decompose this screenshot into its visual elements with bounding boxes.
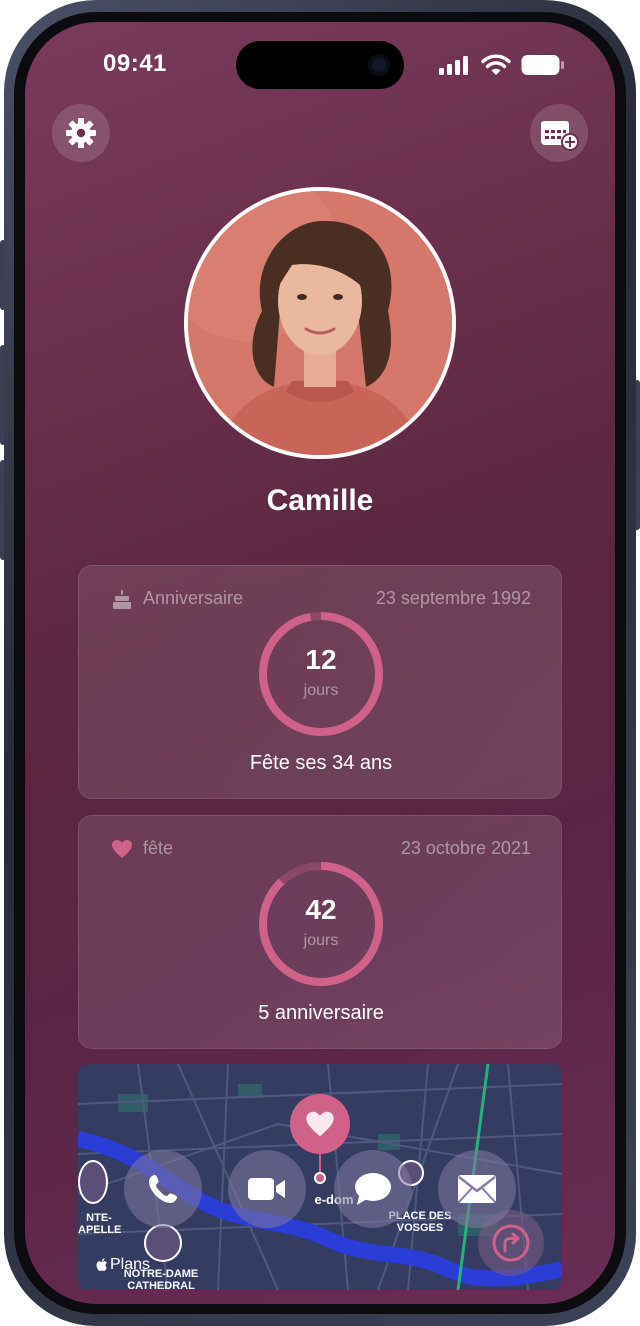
battery-icon bbox=[521, 55, 564, 75]
card-date: 23 septembre 1992 bbox=[375, 588, 531, 608]
phone-mockup: 09:41 Camille Anniversaire 23 septembre … bbox=[0, 0, 640, 1326]
call-button[interactable] bbox=[124, 1150, 202, 1228]
card-caption: 5 anniversaire bbox=[258, 1002, 384, 1024]
status-icons bbox=[439, 54, 565, 76]
map-label-left: NTE- APELLE bbox=[78, 1212, 122, 1236]
wifi-icon bbox=[481, 54, 511, 75]
landmark-thumbnail bbox=[78, 1160, 108, 1204]
birthday-card[interactable]: Anniversaire 23 septembre 1992 12 jours … bbox=[78, 565, 562, 799]
heart-icon bbox=[112, 840, 132, 858]
dynamic-island bbox=[236, 41, 404, 89]
countdown-ring: 12 jours bbox=[257, 610, 385, 738]
pin-dot bbox=[314, 1172, 326, 1184]
card-caption: Fête ses 34 ans bbox=[249, 752, 393, 774]
map-provider: Plans bbox=[110, 1256, 151, 1273]
portrait-illustration bbox=[188, 191, 452, 455]
apple-icon bbox=[96, 1258, 107, 1271]
message-button[interactable] bbox=[334, 1150, 412, 1228]
mail-button[interactable] bbox=[438, 1150, 516, 1228]
location-pin[interactable] bbox=[290, 1094, 350, 1154]
camera-icon bbox=[368, 54, 390, 76]
speech-bubble-icon bbox=[355, 1173, 391, 1205]
envelope-icon bbox=[458, 1175, 496, 1203]
avatar bbox=[184, 187, 456, 459]
days-unit: jours bbox=[303, 932, 339, 949]
days-count: 42 bbox=[305, 894, 337, 925]
days-count: 12 bbox=[305, 644, 337, 675]
settings-button[interactable] bbox=[52, 104, 110, 162]
phone-icon bbox=[149, 1175, 177, 1203]
video-camera-icon bbox=[248, 1178, 285, 1200]
screen: 09:41 Camille Anniversaire 23 septembre … bbox=[25, 22, 615, 1304]
days-unit: jours bbox=[303, 682, 339, 699]
fete-card[interactable]: fête 23 octobre 2021 42 jours 5 annivers… bbox=[78, 815, 562, 1049]
status-time: 09:41 bbox=[103, 50, 167, 77]
calendar-add-icon bbox=[541, 121, 579, 151]
birthday-cake-icon bbox=[113, 590, 131, 609]
map-attribution: Plans bbox=[96, 1256, 150, 1274]
card-label: fête bbox=[143, 838, 174, 858]
gear-icon bbox=[66, 118, 96, 148]
heart-icon bbox=[306, 1111, 334, 1137]
directions-icon bbox=[492, 1224, 530, 1262]
card-label: Anniversaire bbox=[143, 588, 244, 608]
video-call-button[interactable] bbox=[228, 1150, 306, 1228]
countdown-ring: 42 jours bbox=[257, 860, 385, 988]
add-to-calendar-button[interactable] bbox=[530, 104, 588, 162]
profile-name: Camille bbox=[266, 484, 374, 517]
card-date: 23 octobre 2021 bbox=[400, 838, 531, 858]
cellular-signal-icon bbox=[439, 56, 468, 75]
